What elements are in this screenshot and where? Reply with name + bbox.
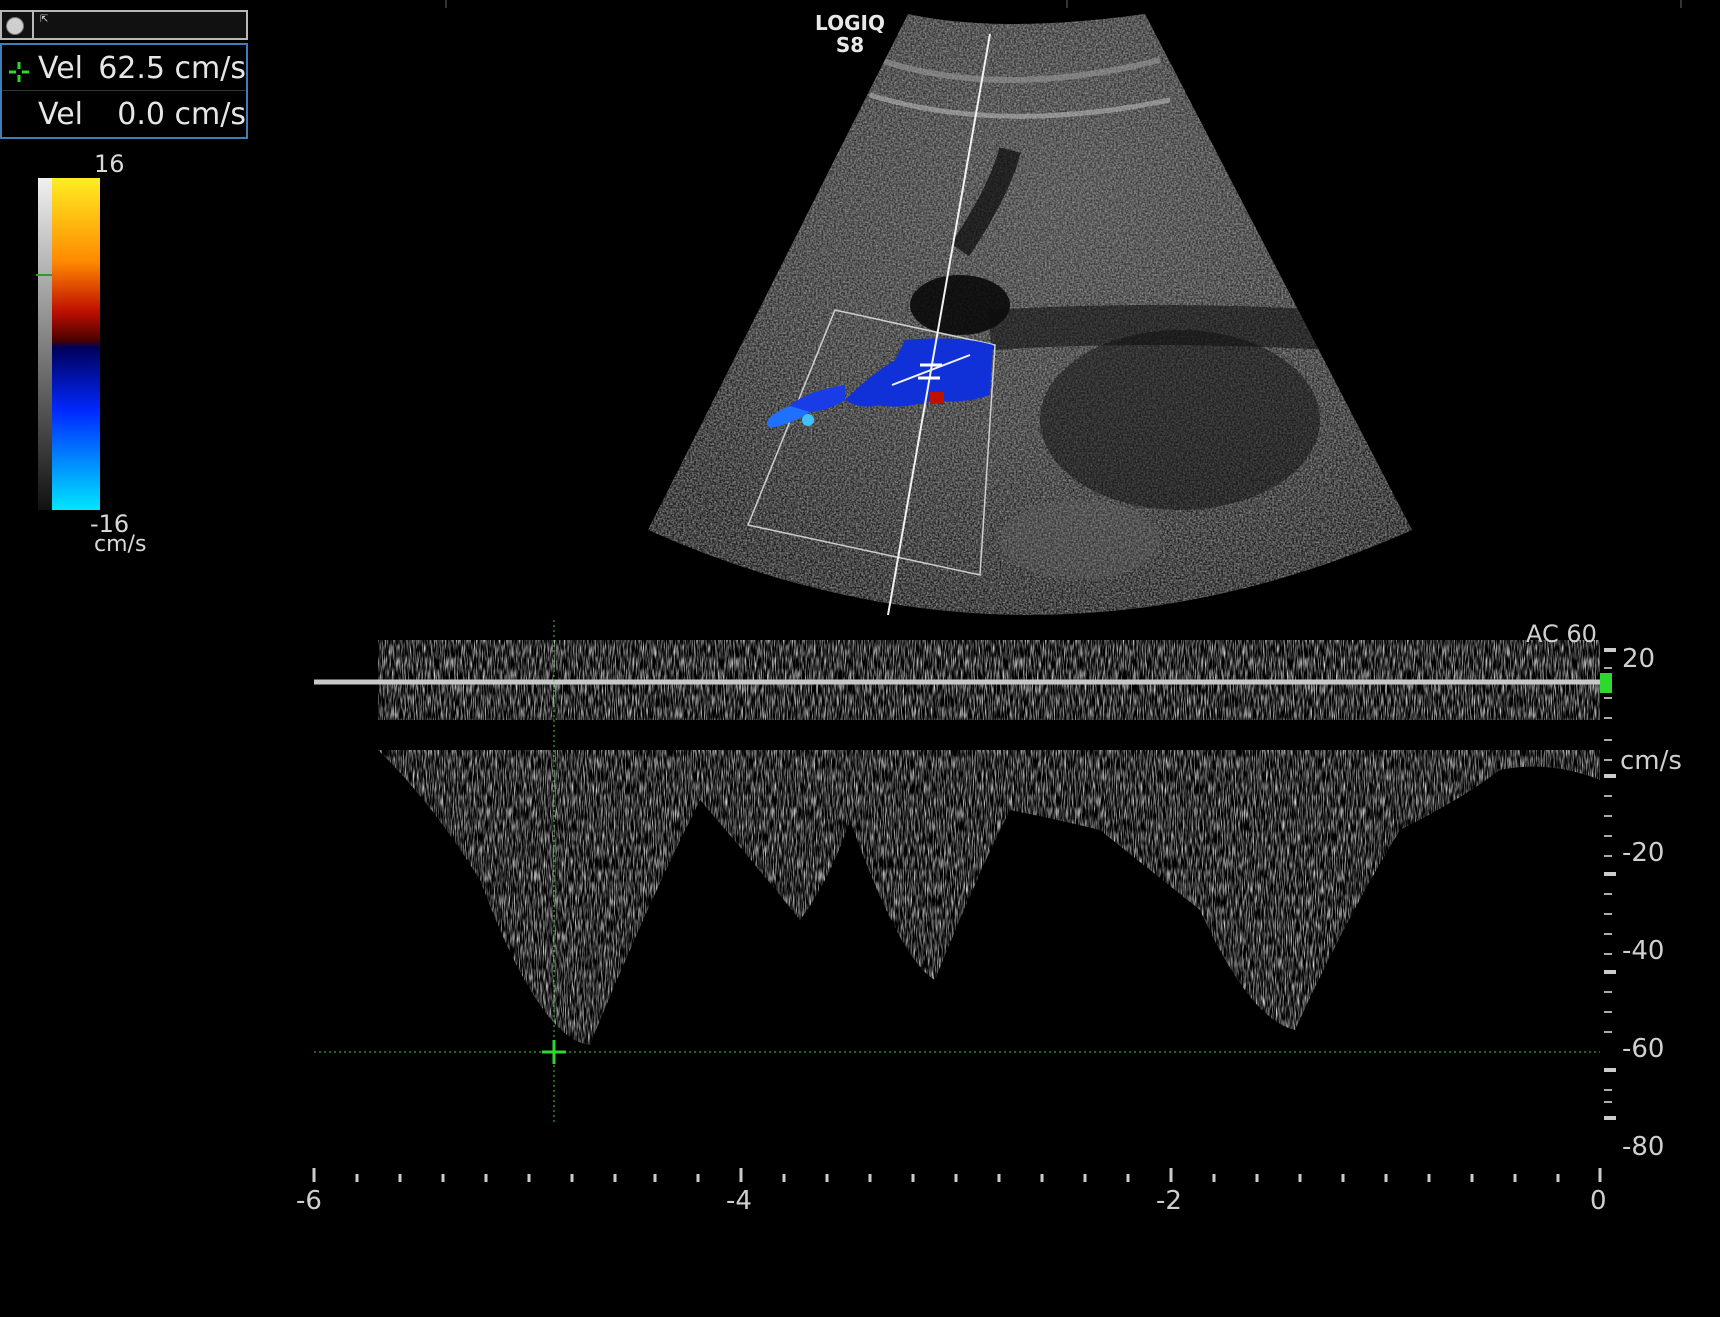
y-tick-label: 20 [1622,644,1656,674]
y-tick-label: -20 [1622,838,1665,868]
y-tick-label: -80 [1622,1132,1665,1162]
x-tick-label: -4 [726,1186,752,1216]
x-tick-label: -6 [296,1186,322,1216]
y-tick-label: -40 [1622,936,1665,966]
x-tick-label: -2 [1156,1186,1182,1216]
baseline-handle-icon [1600,673,1612,693]
time-axis [312,1168,1602,1182]
doppler-spectrum [314,620,1612,1125]
y-tick-label: -60 [1622,1034,1665,1064]
x-tick-label: 0 [1590,1186,1607,1216]
doppler-scale-label: AC 60 [1526,620,1597,648]
bmode-image[interactable] [0,0,1720,640]
caliper-cross-icon [542,1040,566,1064]
velocity-axis [1604,648,1616,1120]
ultrasound-sector [648,14,1412,616]
spectral-doppler-display[interactable] [0,620,1720,1220]
velocity-unit-label: cm/s [1620,746,1682,776]
